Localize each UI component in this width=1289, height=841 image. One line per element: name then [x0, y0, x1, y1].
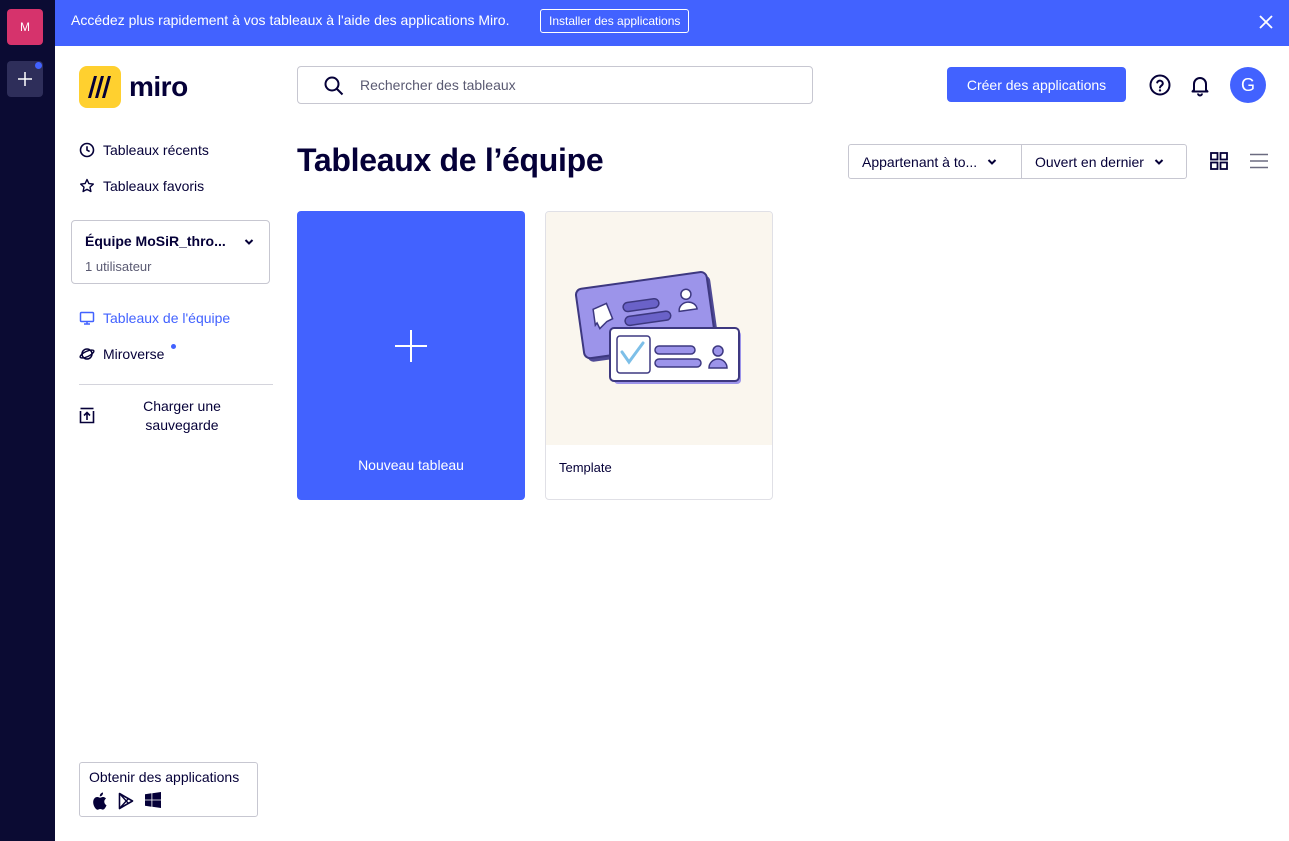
sort-dropdown[interactable]: Ouvert en dernier: [1021, 145, 1186, 178]
chevron-down-icon: [987, 158, 997, 165]
get-apps-panel: Obtenir des applications: [79, 762, 258, 817]
search-bar[interactable]: [297, 66, 813, 104]
board-icon: [79, 311, 95, 325]
apple-icon[interactable]: [91, 792, 107, 810]
get-apps-title: Obtenir des applications: [89, 769, 240, 785]
plus-icon: [395, 330, 427, 362]
app-store-links: [91, 792, 161, 810]
chevron-down-icon: [1154, 158, 1164, 165]
upload-backup-label: Charger une sauvegarde: [143, 398, 221, 433]
upload-backup-button[interactable]: Charger une sauvegarde: [79, 397, 273, 437]
windows-icon[interactable]: [145, 792, 161, 808]
sidebar-item-recent[interactable]: Tableaux récents: [79, 142, 209, 158]
miro-logo-icon: [79, 66, 121, 108]
owner-filter-dropdown[interactable]: Appartenant à to...: [849, 145, 1021, 178]
close-icon[interactable]: [1257, 13, 1275, 31]
search-icon: [324, 76, 344, 96]
sidebar-item-miroverse[interactable]: Miroverse: [79, 344, 176, 362]
help-icon[interactable]: [1148, 73, 1172, 97]
chevron-down-icon: [244, 239, 254, 245]
install-apps-button[interactable]: Installer des applications: [540, 9, 690, 33]
board-filters: Appartenant à to... Ouvert en dernier: [848, 144, 1187, 179]
sidebar-item-label: Miroverse: [103, 346, 165, 362]
upload-icon: [79, 407, 95, 424]
sort-value: Ouvert en dernier: [1035, 153, 1144, 170]
star-icon: [80, 178, 94, 193]
team-switcher[interactable]: Équipe MoSiR_thro... 1 utilisateur: [71, 220, 270, 284]
owner-filter-value: Appartenant à to...: [862, 153, 978, 170]
team-name: Équipe MoSiR_thro...: [85, 233, 226, 249]
add-team-button[interactable]: [7, 61, 43, 97]
miro-logo[interactable]: miro: [79, 66, 188, 108]
board-card[interactable]: Template: [545, 211, 773, 500]
create-apps-button[interactable]: Créer des applications: [947, 67, 1126, 102]
new-board-label: Nouveau tableau: [358, 457, 464, 473]
bell-icon[interactable]: [1188, 73, 1212, 97]
user-avatar[interactable]: G: [1230, 67, 1266, 103]
sidebar-divider: [79, 384, 273, 385]
sidebar-item-label: Tableaux de l'équipe: [103, 310, 231, 326]
team-user-count: 1 utilisateur: [85, 259, 152, 274]
page-title: Tableaux de l’équipe: [297, 142, 604, 178]
board-thumbnail: [546, 212, 772, 445]
sidebar-item-team-boards[interactable]: Tableaux de l'équipe: [79, 310, 230, 326]
team-avatar[interactable]: M: [7, 9, 43, 45]
clock-icon: [79, 142, 95, 158]
sidebar-item-label: Tableaux récents: [103, 142, 209, 158]
sidebar-item-label: Tableaux favoris: [103, 178, 205, 194]
notification-dot: [35, 62, 42, 69]
install-apps-banner: Accédez plus rapidement à vos tableaux à…: [55, 0, 1289, 46]
new-board-card[interactable]: Nouveau tableau: [297, 211, 525, 500]
template-illustration: [574, 271, 741, 384]
plus-icon: [18, 72, 32, 86]
sidebar-item-favorites[interactable]: Tableaux favoris: [79, 178, 204, 194]
team-rail: M: [0, 0, 55, 841]
board-name: Template: [559, 460, 612, 475]
list-view-icon[interactable]: [1249, 151, 1269, 171]
google-play-icon[interactable]: [118, 792, 134, 810]
search-input[interactable]: [360, 75, 790, 95]
logo-text: miro: [129, 71, 188, 102]
grid-view-icon[interactable]: [1209, 151, 1229, 171]
banner-text: Accédez plus rapidement à vos tableaux à…: [71, 12, 510, 28]
planet-icon: [79, 348, 95, 360]
new-indicator-dot: [171, 344, 176, 349]
